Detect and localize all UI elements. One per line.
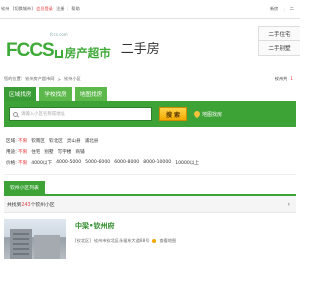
filter-option[interactable]: 5000-6000 — [85, 160, 110, 165]
filter-row-usage: 用途: 不限 住宅 别墅 写字楼 商铺 — [6, 146, 296, 157]
filter-option[interactable]: 别墅 — [44, 149, 53, 155]
tab-school-search[interactable]: 学校找房 — [39, 87, 72, 101]
tab-community-list[interactable]: 钦州小区列表 — [4, 181, 45, 194]
filter-option[interactable]: 钦南区 — [31, 138, 45, 144]
filter-option[interactable]: 不限 — [18, 149, 27, 155]
divider: | — [66, 6, 69, 11]
filter-option[interactable]: 写字楼 — [58, 149, 72, 155]
top-bar-left: 钦州 [切换城市] 会员登录 注册 | 帮助 — [1, 6, 82, 12]
filter-option[interactable]: 灵山县 — [67, 138, 81, 144]
tab-area-search[interactable]: 区域找房 — [4, 87, 37, 101]
filter-label: 用途: — [6, 149, 17, 155]
search-placeholder: 请输入小区名称或地址 — [21, 112, 65, 117]
divider: | — [283, 6, 285, 12]
total-info: 钦州共 1 — [275, 76, 293, 82]
channel-title: 二手房 — [120, 41, 160, 57]
building-windows — [13, 233, 29, 255]
search-button[interactable]: 搜 索 — [159, 107, 187, 121]
filter-row-area: 区域: 不限 钦南区 钦北区 灵山县 浦北县 — [6, 135, 296, 146]
side-tab-villa[interactable]: 二手别墅 — [258, 41, 300, 56]
result-count-bar: 共找到243个钦州小区 › — [4, 196, 296, 213]
district-label: [钦北区] — [75, 238, 91, 243]
total-count: 1 — [290, 76, 293, 81]
search-input[interactable]: 请输入小区名称或地址 — [9, 107, 152, 121]
filter-option[interactable]: 4000-5000 — [56, 160, 81, 165]
filter-option[interactable]: 不限 — [18, 160, 27, 166]
breadcrumb-label: 您的位置: — [4, 76, 23, 81]
map-search-label: 地图找房 — [202, 111, 223, 118]
register-link[interactable]: 注册 — [56, 6, 64, 11]
listing-info: 中梁•钦州府 [钦北区] 钦州市钦北区永福东大道88号 查看地图 — [75, 219, 176, 259]
switch-city-link[interactable]: [切换城市] — [13, 6, 33, 11]
address-text: 钦州市钦北区永福东大道88号 — [93, 238, 150, 243]
building-shape — [34, 235, 60, 259]
filter-option[interactable]: 8000-10000 — [143, 160, 171, 165]
count-suffix: 个钦州小区 — [30, 202, 55, 208]
filter-option[interactable]: 10000以上 — [175, 160, 199, 166]
top-bar-right: 新房 | 二 — [270, 6, 296, 12]
total-prefix: 钦州共 — [274, 76, 288, 81]
top-link-new-homes[interactable]: 新房 — [270, 6, 278, 12]
logo-text: FCCS — [6, 40, 55, 61]
filter-label: 区域: — [6, 138, 17, 144]
search-icon — [13, 111, 18, 117]
filter-label: 价格: — [6, 160, 17, 166]
map-pin-icon — [192, 109, 202, 119]
count-prefix: 共找到 — [7, 202, 22, 208]
list-item[interactable]: 中梁•钦州府 [钦北区] 钦州市钦北区永福东大道88号 查看地图 — [4, 219, 296, 259]
current-city: 钦州 — [1, 6, 10, 11]
side-tabs: 二手住宅 二手别墅 — [258, 26, 300, 56]
map-search-link[interactable]: 地图找房 — [192, 109, 223, 119]
community-address: [钦北区] 钦州市钦北区永福东大道88号 查看地图 — [75, 238, 176, 244]
help-link[interactable]: 帮助 — [71, 6, 79, 11]
member-login-link[interactable]: 会员登录 — [36, 6, 53, 11]
filter-option[interactable]: 浦北县 — [85, 138, 99, 144]
tab-map-search[interactable]: 地图找房 — [74, 87, 108, 101]
breadcrumb-separator: > — [57, 76, 62, 82]
filter-option[interactable]: 4000以下 — [31, 160, 52, 166]
filter-option[interactable]: 商铺 — [75, 149, 84, 155]
filters: 区域: 不限 钦南区 钦北区 灵山县 浦北县 用途: 不限 住宅 别墅 写字楼 … — [4, 127, 296, 175]
filter-option[interactable]: 不限 — [18, 138, 27, 144]
top-link-second[interactable]: 二 — [290, 6, 294, 12]
next-page-icon[interactable]: › — [288, 201, 290, 208]
top-bar: 钦州 [切换城市] 会员登录 注册 | 帮助 新房 | 二 — [0, 0, 300, 19]
filter-option[interactable]: 钦北区 — [49, 138, 63, 144]
logo-url: fccs.com — [50, 32, 68, 37]
side-tab-residential[interactable]: 二手住宅 — [258, 26, 300, 41]
filter-row-price: 价格: 不限 4000以下 4000-5000 5000-6000 6000-8… — [6, 157, 296, 168]
site-header: FCCS 房产超市 fccs.com 二手房 二手住宅 二手别墅 — [0, 19, 300, 71]
result-tab-bar: 钦州小区列表 — [4, 181, 296, 196]
count-number: 243 — [21, 202, 31, 208]
breadcrumb-home-link[interactable]: 钦州房产超市网 — [25, 76, 54, 82]
site-logo[interactable]: FCCS 房产超市 fccs.com — [6, 30, 111, 60]
breadcrumb-current: 钦州小区 — [64, 76, 81, 81]
community-name-link[interactable]: 中梁•钦州府 — [75, 221, 176, 231]
community-photo[interactable] — [4, 219, 66, 259]
view-map-link[interactable]: 查看地图 — [159, 238, 176, 244]
search-tabs: 区域找房 学校找房 地图找房 — [0, 87, 300, 101]
house-icon — [54, 50, 63, 58]
filter-option[interactable]: 住宅 — [31, 149, 40, 155]
logo-cn-text: 房产超市 — [64, 46, 111, 60]
breadcrumb: 您的位置: 钦州房产超市网 > 钦州小区 钦州共 1 — [0, 71, 300, 87]
filter-option[interactable]: 6000-8000 — [114, 160, 139, 165]
search-panel: 请输入小区名称或地址 搜 索 地图找房 — [4, 101, 296, 127]
result-count-text: 共找到243个钦州小区 — [7, 201, 55, 208]
map-marker-icon — [152, 239, 157, 243]
